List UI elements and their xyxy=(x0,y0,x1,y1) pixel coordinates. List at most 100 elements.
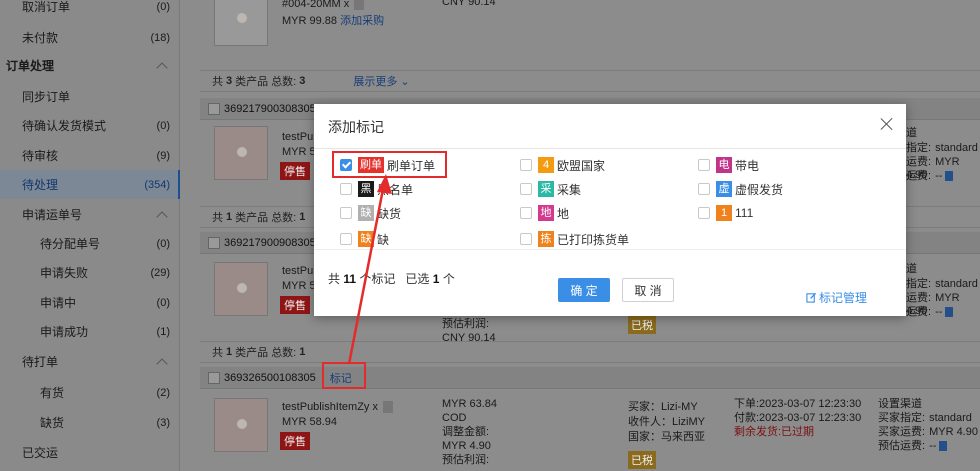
product-name: testPu xyxy=(282,265,314,277)
divider xyxy=(314,249,906,250)
set-channel-link[interactable]: 道 xyxy=(906,127,917,140)
pay-time: 付款:2023-03-07 12:23:30 xyxy=(734,412,862,424)
mark-badge: 地 xyxy=(538,205,554,221)
chevron-up-icon[interactable] xyxy=(156,210,168,223)
add-purchase-link[interactable]: 添加采购 xyxy=(340,15,384,27)
mark-label: 111 xyxy=(735,206,754,220)
mark-label: 带电 xyxy=(735,158,760,173)
sidebar-item-label: 取消订单 xyxy=(22,0,71,14)
highlight-mark-link xyxy=(322,362,366,389)
sidebar-item[interactable]: 有货 (2) xyxy=(0,378,180,407)
mark-label: 缺 xyxy=(377,232,390,247)
mark-checkbox[interactable] xyxy=(520,159,532,171)
mark-checkbox[interactable] xyxy=(340,207,352,219)
mark-badge: 1 xyxy=(716,205,732,221)
sidebar-item[interactable]: 待处理 (354) xyxy=(0,170,180,199)
chevron-down-icon[interactable]: ⌄ xyxy=(400,75,409,88)
sidebar-item-count: (2) xyxy=(156,386,170,399)
product-thumbnail[interactable] xyxy=(214,126,268,180)
sidebar-item-label: 申请中 xyxy=(40,296,77,310)
mark-option[interactable]: 缺缺 xyxy=(340,231,389,247)
mark-checkbox[interactable] xyxy=(698,183,710,195)
sidebar-item[interactable]: 申请中 (0) xyxy=(0,288,180,317)
mark-label: 虚假发货 xyxy=(735,182,784,197)
sidebar-item[interactable]: 申请失败 (29) xyxy=(0,258,180,287)
sidebar-item-label: 缺货 xyxy=(40,416,65,430)
close-icon[interactable] xyxy=(880,117,894,131)
mark-option[interactable]: 虚虚假发货 xyxy=(698,181,783,197)
mark-checkbox[interactable] xyxy=(340,233,352,245)
mark-option[interactable]: 缺缺货 xyxy=(340,205,401,221)
sidebar-item[interactable]: 同步订单 xyxy=(0,82,180,111)
sidebar-item[interactable]: 待确认发货模式 (0) xyxy=(0,111,180,140)
order-header: 369326500108305 标记 xyxy=(200,367,980,389)
chevron-up-icon[interactable] xyxy=(156,61,168,74)
mark-badge: 拣 xyxy=(538,231,554,247)
order-summary: 共 1 类产品 总数: 1 xyxy=(200,341,980,363)
qty-badge xyxy=(383,401,394,414)
remaining-ship-time: 剩余发货:已过期 xyxy=(734,426,815,438)
cancel-button[interactable]: 取 消 xyxy=(622,278,674,302)
mark-checkbox[interactable] xyxy=(698,207,710,219)
stop-sale-tag: 停售 xyxy=(280,432,310,450)
stop-sale-tag: 停售 xyxy=(280,296,310,314)
mark-checkbox[interactable] xyxy=(340,183,352,195)
document-icon[interactable] xyxy=(945,171,954,182)
sidebar-item[interactable]: 待分配单号 (0) xyxy=(0,229,180,258)
product-thumbnail[interactable] xyxy=(214,0,268,46)
sidebar-item[interactable]: 待审核 (9) xyxy=(0,141,180,170)
show-more-link[interactable]: 展示更多 xyxy=(353,73,397,89)
sidebar-item[interactable]: 订单处理 xyxy=(0,51,180,80)
adjust-label: 调整金额: xyxy=(442,426,490,438)
sidebar-item-count: (29) xyxy=(150,266,170,279)
mark-badge: 缺 xyxy=(358,231,374,247)
set-channel-link[interactable]: 道 xyxy=(906,263,917,276)
sidebar-item[interactable]: 缺货 (3) xyxy=(0,408,180,437)
mark-option[interactable]: 地地 xyxy=(520,205,569,221)
confirm-button[interactable]: 确 定 xyxy=(558,278,610,302)
document-icon[interactable] xyxy=(939,441,948,452)
mark-badge: 黑 xyxy=(358,181,374,197)
sidebar-item-label: 申请运单号 xyxy=(22,208,83,222)
order-checkbox[interactable] xyxy=(208,236,220,249)
sidebar-item-label: 待分配单号 xyxy=(40,237,101,251)
estimate-profit-label: 预估利润: xyxy=(442,454,490,466)
mark-checkbox[interactable] xyxy=(698,159,710,171)
product-thumbnail[interactable] xyxy=(214,398,268,452)
order-checkbox[interactable] xyxy=(208,102,220,115)
mark-option[interactable]: 拣已打印拣货单 xyxy=(520,231,629,247)
amount-cny: CNY 90.14 xyxy=(442,0,496,8)
product-price: MYR 5 xyxy=(282,146,316,158)
sidebar-item[interactable]: 未付款 (18) xyxy=(0,23,180,52)
document-icon[interactable] xyxy=(945,307,954,318)
order-time: 下单:2023-03-07 12:23:30 xyxy=(734,398,862,410)
mark-option[interactable]: 4 欧盟国家 xyxy=(520,157,605,173)
mark-option[interactable]: 电带电 xyxy=(698,157,759,173)
mark-label: 黑名单 xyxy=(377,182,414,197)
mark-manage-link[interactable]: 标记管理 xyxy=(806,289,867,306)
sidebar-item[interactable]: 取消订单 (0) xyxy=(0,0,180,21)
mark-checkbox[interactable] xyxy=(520,233,532,245)
receiver-name: 收件人：LiziMY xyxy=(628,416,706,428)
order-checkbox[interactable] xyxy=(208,371,220,384)
set-channel-link[interactable]: 设置渠道 xyxy=(878,398,922,411)
mark-option[interactable]: 采采集 xyxy=(520,181,581,197)
mark-option[interactable]: 黑黑名单 xyxy=(340,181,413,197)
sidebar-item-label: 订单处理 xyxy=(6,59,55,73)
mark-checkbox[interactable] xyxy=(520,183,532,195)
product-name: testPu xyxy=(282,131,314,143)
mark-option[interactable]: 1 111 xyxy=(698,205,753,221)
sidebar-item[interactable]: 待打单 xyxy=(0,347,180,376)
chevron-up-icon[interactable] xyxy=(156,357,168,370)
sidebar-item[interactable]: 申请成功 (1) xyxy=(0,317,180,346)
mark-checkbox[interactable] xyxy=(520,207,532,219)
product-price: MYR 58.94 xyxy=(282,416,338,428)
sidebar-item[interactable]: 已交运 xyxy=(0,438,180,467)
sidebar-item[interactable]: 申请运单号 xyxy=(0,200,180,229)
sidebar-item-label: 申请成功 xyxy=(40,325,89,339)
buyer-fee: 买家运费: MYR 4.90 xyxy=(878,426,978,438)
product-sku: #004-20MM x xyxy=(282,0,365,11)
product-thumbnail[interactable] xyxy=(214,262,268,316)
buyer-spec: 指定: standard xyxy=(906,278,978,290)
sidebar-item-label: 待处理 xyxy=(22,178,59,192)
